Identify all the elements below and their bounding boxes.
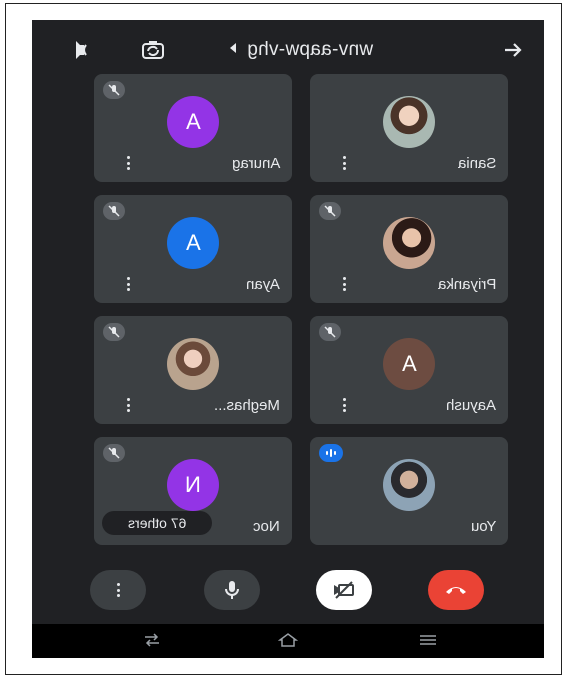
participant-name: Anurag bbox=[231, 155, 280, 172]
participant-name: Ayan bbox=[246, 276, 280, 293]
more-options-button[interactable] bbox=[90, 570, 146, 610]
more-options-icon[interactable] bbox=[342, 277, 346, 291]
avatar: A bbox=[383, 338, 435, 390]
meeting-code[interactable]: wnv-aapw-vhg bbox=[247, 39, 373, 61]
participant-tile-priyanka[interactable]: Priyanka bbox=[310, 195, 508, 303]
top-bar: wnv-aapw-vhg bbox=[32, 20, 544, 78]
participant-tile-sania[interactable]: Sania bbox=[310, 74, 508, 182]
camera-toggle-button[interactable] bbox=[316, 570, 372, 610]
audio-output-icon[interactable] bbox=[76, 39, 98, 61]
recents-icon[interactable] bbox=[142, 632, 162, 648]
participant-name: Noc bbox=[253, 518, 280, 535]
system-nav-bar bbox=[32, 624, 544, 658]
switch-camera-icon[interactable] bbox=[142, 39, 164, 61]
participant-name: Aayush bbox=[445, 397, 496, 414]
avatar bbox=[383, 217, 435, 269]
mic-off-icon bbox=[103, 202, 125, 220]
caret-icon[interactable] bbox=[230, 43, 236, 53]
avatar: A bbox=[167, 217, 219, 269]
end-call-button[interactable] bbox=[428, 570, 484, 610]
participant-name: You bbox=[470, 518, 496, 535]
avatar bbox=[383, 459, 435, 511]
speaking-indicator-icon bbox=[319, 444, 343, 462]
more-options-icon[interactable] bbox=[126, 156, 130, 170]
more-options-icon[interactable] bbox=[126, 277, 130, 291]
avatar: A bbox=[167, 96, 219, 148]
others-count-badge[interactable]: 67 others bbox=[102, 511, 212, 535]
participant-tile-others[interactable]: N 67 others Noc bbox=[94, 437, 292, 545]
mic-off-icon bbox=[319, 323, 341, 341]
microphone-button[interactable] bbox=[204, 570, 260, 610]
participant-tile-ayan[interactable]: A Ayan bbox=[94, 195, 292, 303]
mic-off-icon bbox=[103, 323, 125, 341]
participant-name: Priyanka bbox=[437, 276, 496, 293]
home-icon[interactable] bbox=[278, 632, 298, 648]
more-options-icon[interactable] bbox=[126, 398, 130, 412]
screenshot-frame: wnv-aapw-vhg A Anurag Sania A Ayan Priya… bbox=[5, 3, 562, 675]
avatar bbox=[167, 338, 219, 390]
mic-off-icon bbox=[103, 444, 125, 462]
forward-arrow-icon[interactable] bbox=[502, 39, 524, 61]
participant-name: Sania bbox=[457, 155, 496, 172]
participant-tile-aayush[interactable]: A Aayush bbox=[310, 316, 508, 424]
participant-tile-you[interactable]: You bbox=[310, 437, 508, 545]
meet-call-screen: wnv-aapw-vhg A Anurag Sania A Ayan Priya… bbox=[32, 20, 544, 658]
camera-off-icon bbox=[334, 581, 354, 599]
more-options-icon[interactable] bbox=[342, 156, 346, 170]
participant-name: Meghas... bbox=[214, 397, 280, 414]
more-options-icon[interactable] bbox=[342, 398, 346, 412]
call-controls bbox=[32, 564, 544, 624]
mic-off-icon bbox=[103, 81, 125, 99]
back-icon[interactable] bbox=[418, 632, 438, 648]
more-options-icon bbox=[116, 583, 120, 597]
participant-tile-meghas[interactable]: Meghas... bbox=[94, 316, 292, 424]
participant-tile-anurag[interactable]: A Anurag bbox=[94, 74, 292, 182]
avatar bbox=[383, 96, 435, 148]
end-call-icon bbox=[446, 587, 466, 594]
avatar: N bbox=[167, 459, 219, 511]
microphone-icon bbox=[225, 581, 239, 599]
mic-off-icon bbox=[319, 202, 341, 220]
